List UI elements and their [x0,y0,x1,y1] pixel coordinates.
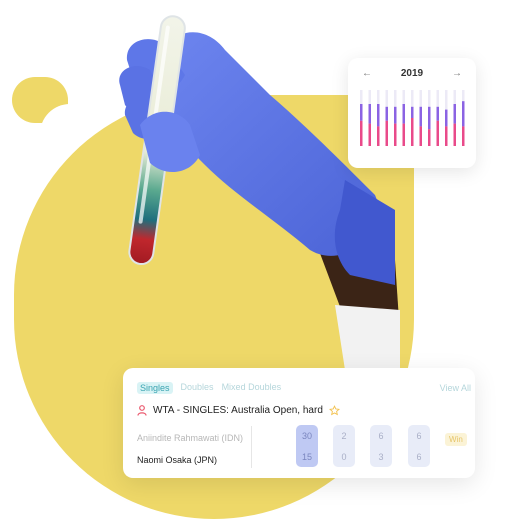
set-score-column: 6 3 [370,425,392,467]
chart-bar-upper [402,104,405,124]
chart-bar-upper [385,106,388,121]
chart-bar-lower [394,123,397,146]
set-score-p2: 15 [301,451,312,462]
chart-card: ← 2019 → [348,58,476,168]
chart-bar-lower [453,123,456,146]
chart-bar-lower [428,129,431,146]
chart-bar-upper [377,104,380,127]
star-icon[interactable] [328,405,340,416]
win-badge: Win [445,433,467,446]
set-score-p2: 3 [378,451,384,462]
chart-bar-upper [368,104,371,124]
chart-bar-lower [377,126,380,146]
chart-bar-upper [411,106,414,118]
chart-year-label: 2019 [400,67,424,79]
player-name: Aniindite Rahmawati (IDN) [137,433,244,443]
chart-bar-lower [360,120,363,146]
event-row: WTA - SINGLES: Australia Open, hard [137,405,340,416]
chart-bar-upper [436,106,439,121]
chart-bar-lower [411,118,414,146]
next-year-arrow-icon[interactable]: → [452,68,462,79]
tab-mixed-doubles[interactable]: Mixed Doubles [222,382,282,394]
match-card: Singles Doubles Mixed Doubles View All W… [123,368,475,478]
divider [251,426,252,468]
tab-singles[interactable]: Singles [137,382,173,394]
mini-bar-chart [360,90,465,146]
set-score-column: 6 6 [408,425,430,467]
chart-bar-upper [453,104,456,124]
set-score-p1: 6 [378,430,384,441]
set-score-p1: 6 [416,430,422,441]
view-all-link[interactable]: View All [440,383,471,393]
player-name: Naomi Osaka (JPN) [137,455,218,465]
person-icon [137,405,147,416]
match-type-tabs: Singles Doubles Mixed Doubles [137,382,281,394]
chart-bar-lower [385,120,388,146]
chart-bar-upper [445,109,448,127]
chart-bar-lower [462,126,465,146]
chart-bar-upper [394,106,397,124]
tab-doubles[interactable]: Doubles [181,382,214,394]
chart-bar-lower [436,120,439,146]
set-score-column: 30 15 [296,425,318,467]
chart-bar-lower [402,123,405,146]
chart-bar-lower [445,126,448,146]
set-score-p2: 6 [416,451,422,462]
set-score-column: 2 0 [333,425,355,467]
set-score-p1: 30 [301,430,312,441]
chart-header: ← 2019 → [348,66,476,80]
set-score-p1: 2 [341,430,347,441]
chart-bar-upper [360,104,363,121]
chart-bar-lower [368,123,371,146]
chart-bar-upper [419,106,422,127]
set-score-p2: 0 [341,451,347,462]
chart-bar-lower [419,126,422,146]
chart-bar-upper [462,101,465,127]
chart-bar-upper [428,106,431,130]
previous-year-arrow-icon[interactable]: ← [362,68,372,79]
event-title: WTA - SINGLES: Australia Open, hard [153,405,323,416]
